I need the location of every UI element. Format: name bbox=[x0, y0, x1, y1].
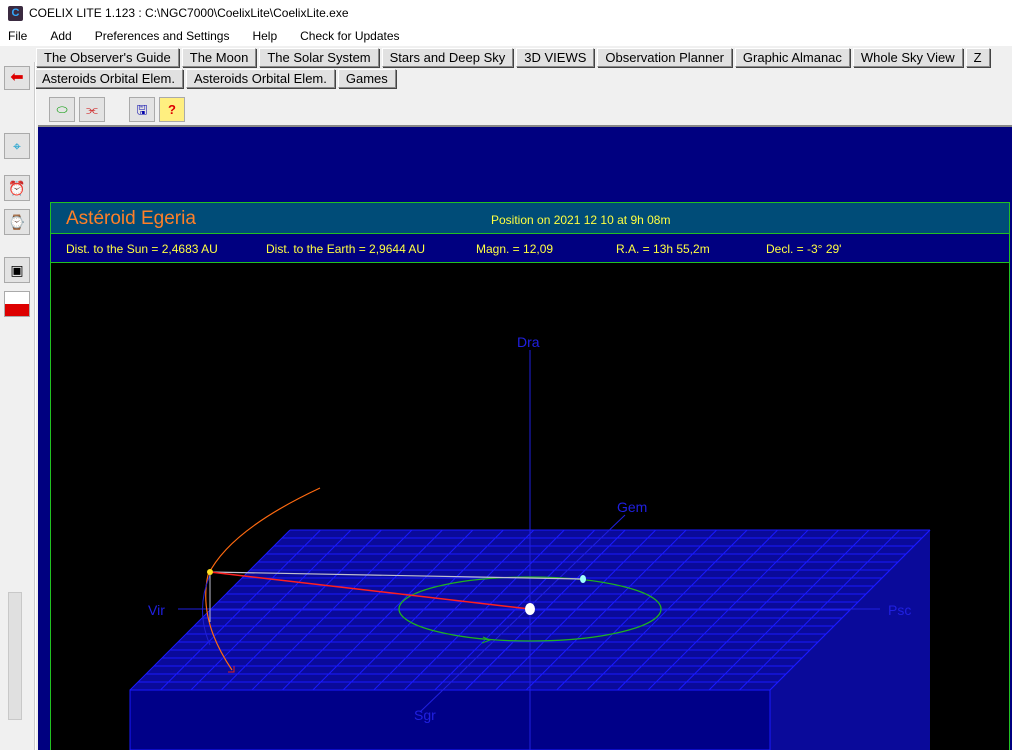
orbit-scene: Dra Gem Vir Psc Sgr bbox=[129, 334, 931, 750]
plane-front-face bbox=[129, 689, 771, 750]
label-sgr: Sgr bbox=[414, 707, 436, 723]
label-vir: Vir bbox=[148, 602, 165, 618]
asteroid-marker bbox=[207, 569, 213, 575]
earth-marker bbox=[580, 575, 586, 583]
label-gem: Gem bbox=[617, 499, 647, 515]
label-psc: Psc bbox=[888, 602, 911, 618]
sun-marker bbox=[525, 603, 535, 615]
label-dra: Dra bbox=[517, 334, 540, 350]
